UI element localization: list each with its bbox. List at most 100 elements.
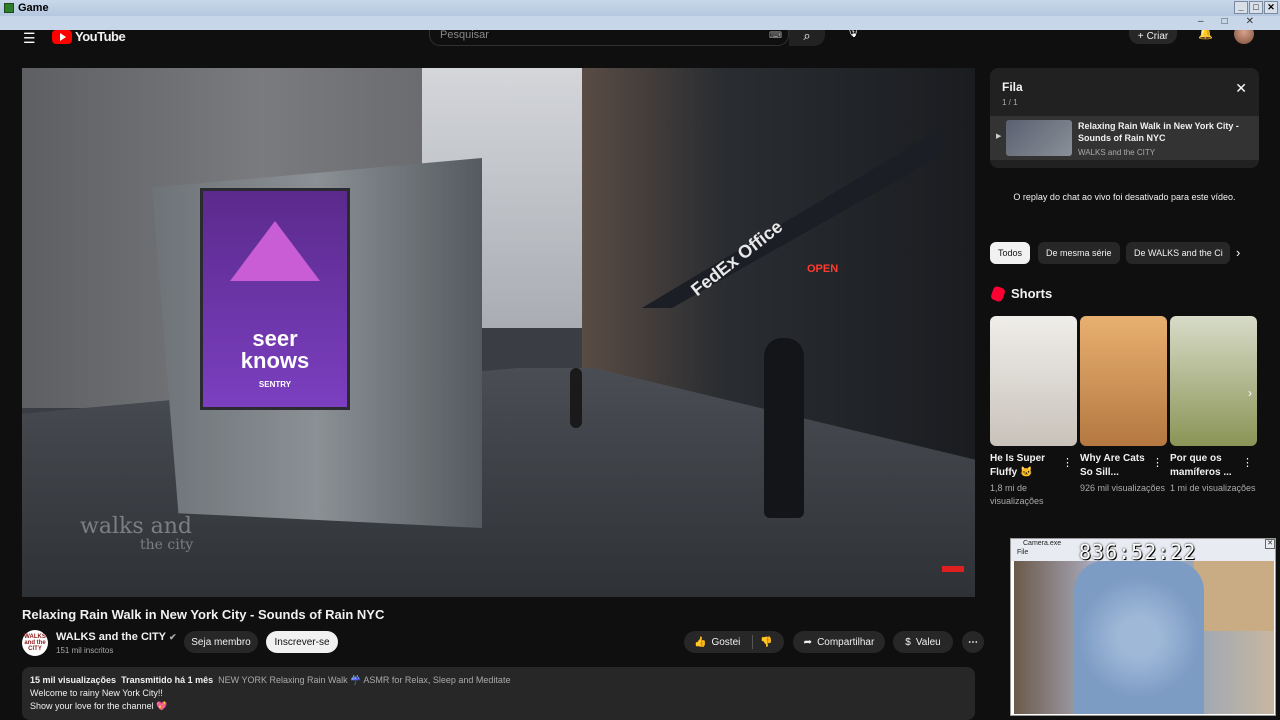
subscribe-button[interactable]: Inscrever-se xyxy=(266,631,338,653)
short-views: 926 mil visualizações xyxy=(1080,483,1166,493)
short-title: Why Are Cats So Sill... xyxy=(1080,453,1145,478)
playlist-queue: Fila 1 / 1 ✕ ▶ Relaxing Rain Walk in New… xyxy=(990,68,1259,168)
description-line-1: Welcome to rainy New York City!! xyxy=(30,688,163,698)
search-icon: ⌕ xyxy=(803,30,811,43)
close-icon[interactable]: ✕ xyxy=(1235,80,1247,97)
more-icon[interactable]: ⋮ xyxy=(1242,456,1253,469)
share-button[interactable]: ➦ Compartilhar xyxy=(793,631,885,653)
queue-item-channel: WALKS and the CITY xyxy=(1078,148,1156,157)
more-icon[interactable]: ⋮ xyxy=(1152,456,1163,469)
search-button[interactable]: ⌕ xyxy=(789,30,825,46)
description-box[interactable]: 15 mil visualizações Transmitido há 1 mê… xyxy=(22,667,975,720)
search-placeholder: Pesquisar xyxy=(440,30,489,41)
view-count: 15 mil visualizações xyxy=(30,675,117,685)
more-actions-button[interactable]: ⋯ xyxy=(962,631,984,653)
stream-date: Transmitido há 1 mês xyxy=(121,675,214,685)
camera-file-menu[interactable]: File xyxy=(1017,549,1028,556)
short-thumbnail xyxy=(1080,316,1167,446)
channel-watermark: walks and the city xyxy=(80,514,193,554)
search-input[interactable]: Pesquisar ⌨ xyxy=(429,30,789,46)
short-card[interactable]: He Is Super Fluffy 🐱 1,8 mi de visualiza… xyxy=(990,316,1077,508)
create-label: Criar xyxy=(1146,30,1169,42)
avatar[interactable] xyxy=(1234,30,1254,44)
filter-chips: Todos De mesma série De WALKS and the Ci… xyxy=(990,242,1259,264)
short-thumbnail xyxy=(990,316,1077,446)
description-line-2: Show your love for the channel 💖 xyxy=(30,701,168,711)
billboard-ad: seer knows SENTRY xyxy=(200,188,350,410)
short-thumbnail xyxy=(1170,316,1257,446)
queue-item[interactable]: ▶ Relaxing Rain Walk in New York City - … xyxy=(990,116,1259,160)
ad-brand: SENTRY xyxy=(258,380,292,389)
camera-window-title: Camera.exe xyxy=(1023,540,1062,547)
description-tags: NEW YORK Relaxing Rain Walk ☔ ASMR for R… xyxy=(218,675,511,685)
mic-icon[interactable]: 🎙 xyxy=(844,30,862,44)
thumbs-up-icon: 👍 xyxy=(694,636,707,648)
more-icon[interactable]: ⋮ xyxy=(1062,456,1073,469)
divider xyxy=(752,635,753,649)
shorts-header: Shorts xyxy=(989,284,1053,303)
short-card[interactable]: Por que os mamíferos ... 1 mi de visuali… xyxy=(1170,316,1257,495)
bell-icon[interactable]: 🔔 xyxy=(1198,30,1213,40)
short-views: 1 mi de visualizações xyxy=(1170,483,1256,493)
timer-readout: 836:52:22 xyxy=(1079,540,1197,564)
patterned-cloth xyxy=(1074,561,1204,714)
ad-text-2: knows xyxy=(240,348,310,373)
short-title: Por que os mamíferos ... xyxy=(1170,453,1232,478)
description-meta: 15 mil visualizações Transmitido há 1 mê… xyxy=(30,674,967,687)
channel-name[interactable]: WALKS and the CITY ✔ xyxy=(56,631,177,643)
maximize-button[interactable]: □ xyxy=(1249,1,1263,14)
join-button[interactable]: Seja membro xyxy=(184,631,258,653)
thumbs-down-icon[interactable]: 👎 xyxy=(760,637,772,648)
share-icon: ➦ xyxy=(803,636,813,648)
webcam-feed xyxy=(1014,561,1274,714)
chevron-right-icon[interactable]: › xyxy=(1236,245,1240,260)
game-icon xyxy=(4,3,14,13)
like-button[interactable]: 👍 Gostei 👎 xyxy=(684,631,784,653)
verified-icon: ✔ xyxy=(169,632,177,642)
youtube-logo[interactable]: YouTube xyxy=(52,30,126,44)
chip-all[interactable]: Todos xyxy=(990,242,1031,264)
short-card[interactable]: Why Are Cats So Sill... 926 mil visualiz… xyxy=(1080,316,1167,495)
chevron-right-icon[interactable]: › xyxy=(1248,386,1252,400)
short-title: He Is Super Fluffy 🐱 xyxy=(990,453,1046,478)
create-button[interactable]: + Criar xyxy=(1129,30,1177,44)
subscriber-count: 151 mil inscritos xyxy=(56,646,114,655)
now-playing-icon: ▶ xyxy=(996,133,1002,140)
menu-icon[interactable]: ☰ xyxy=(23,30,36,47)
dollar-icon: $ xyxy=(905,636,911,648)
pedestrian xyxy=(764,338,804,518)
keyboard-icon[interactable]: ⌨ xyxy=(769,30,782,41)
chip-from-channel[interactable]: De WALKS and the Ci xyxy=(1126,242,1230,264)
browser-window-controls[interactable]: –□✕ xyxy=(1198,16,1272,27)
shorts-icon xyxy=(989,284,1007,303)
channel-avatar[interactable]: WALKS and the CITY xyxy=(22,630,48,656)
chip-same-series[interactable]: De mesma série xyxy=(1038,242,1120,264)
cardboard-box xyxy=(1194,561,1274,631)
eye-pyramid-icon xyxy=(230,221,320,281)
close-button[interactable]: ✕ xyxy=(1264,1,1278,14)
chat-disabled-message: O replay do chat ao vivo foi desativado … xyxy=(1013,192,1236,202)
watermark-line-1: walks and xyxy=(80,514,192,539)
open-sign: OPEN xyxy=(807,263,839,275)
thanks-button[interactable]: $ Valeu xyxy=(893,631,953,653)
window-title: Game xyxy=(18,2,49,14)
queue-count: 1 / 1 xyxy=(1002,98,1018,107)
distant-pedestrian xyxy=(570,368,582,428)
like-label: Gostei xyxy=(711,636,741,648)
camera-overlay-window[interactable]: Camera.exe File ✕ 836:52:22 xyxy=(1010,538,1276,716)
queue-item-title: Relaxing Rain Walk in New York City - So… xyxy=(1078,121,1239,143)
minimize-button[interactable]: _ xyxy=(1234,1,1248,14)
plus-icon: + xyxy=(1137,30,1144,42)
video-title: Relaxing Rain Walk in New York City - So… xyxy=(22,607,385,622)
queue-thumbnail xyxy=(1006,120,1072,156)
close-icon[interactable]: ✕ xyxy=(1265,539,1275,549)
youtube-play-icon xyxy=(52,30,72,44)
video-player[interactable]: seer knows SENTRY FedEx Office OPEN walk… xyxy=(22,68,975,597)
shorts-title: Shorts xyxy=(1011,286,1053,301)
queue-title: Fila xyxy=(1002,80,1023,94)
logo-text: YouTube xyxy=(75,30,126,44)
share-label: Compartilhar xyxy=(817,636,875,648)
thanks-label: Valeu xyxy=(915,636,941,648)
masthead: ☰ YouTube Pesquisar ⌨ ⌕ 🎙 + Criar 🔔 xyxy=(6,30,1274,52)
channel-name-text: WALKS and the CITY xyxy=(56,631,166,643)
